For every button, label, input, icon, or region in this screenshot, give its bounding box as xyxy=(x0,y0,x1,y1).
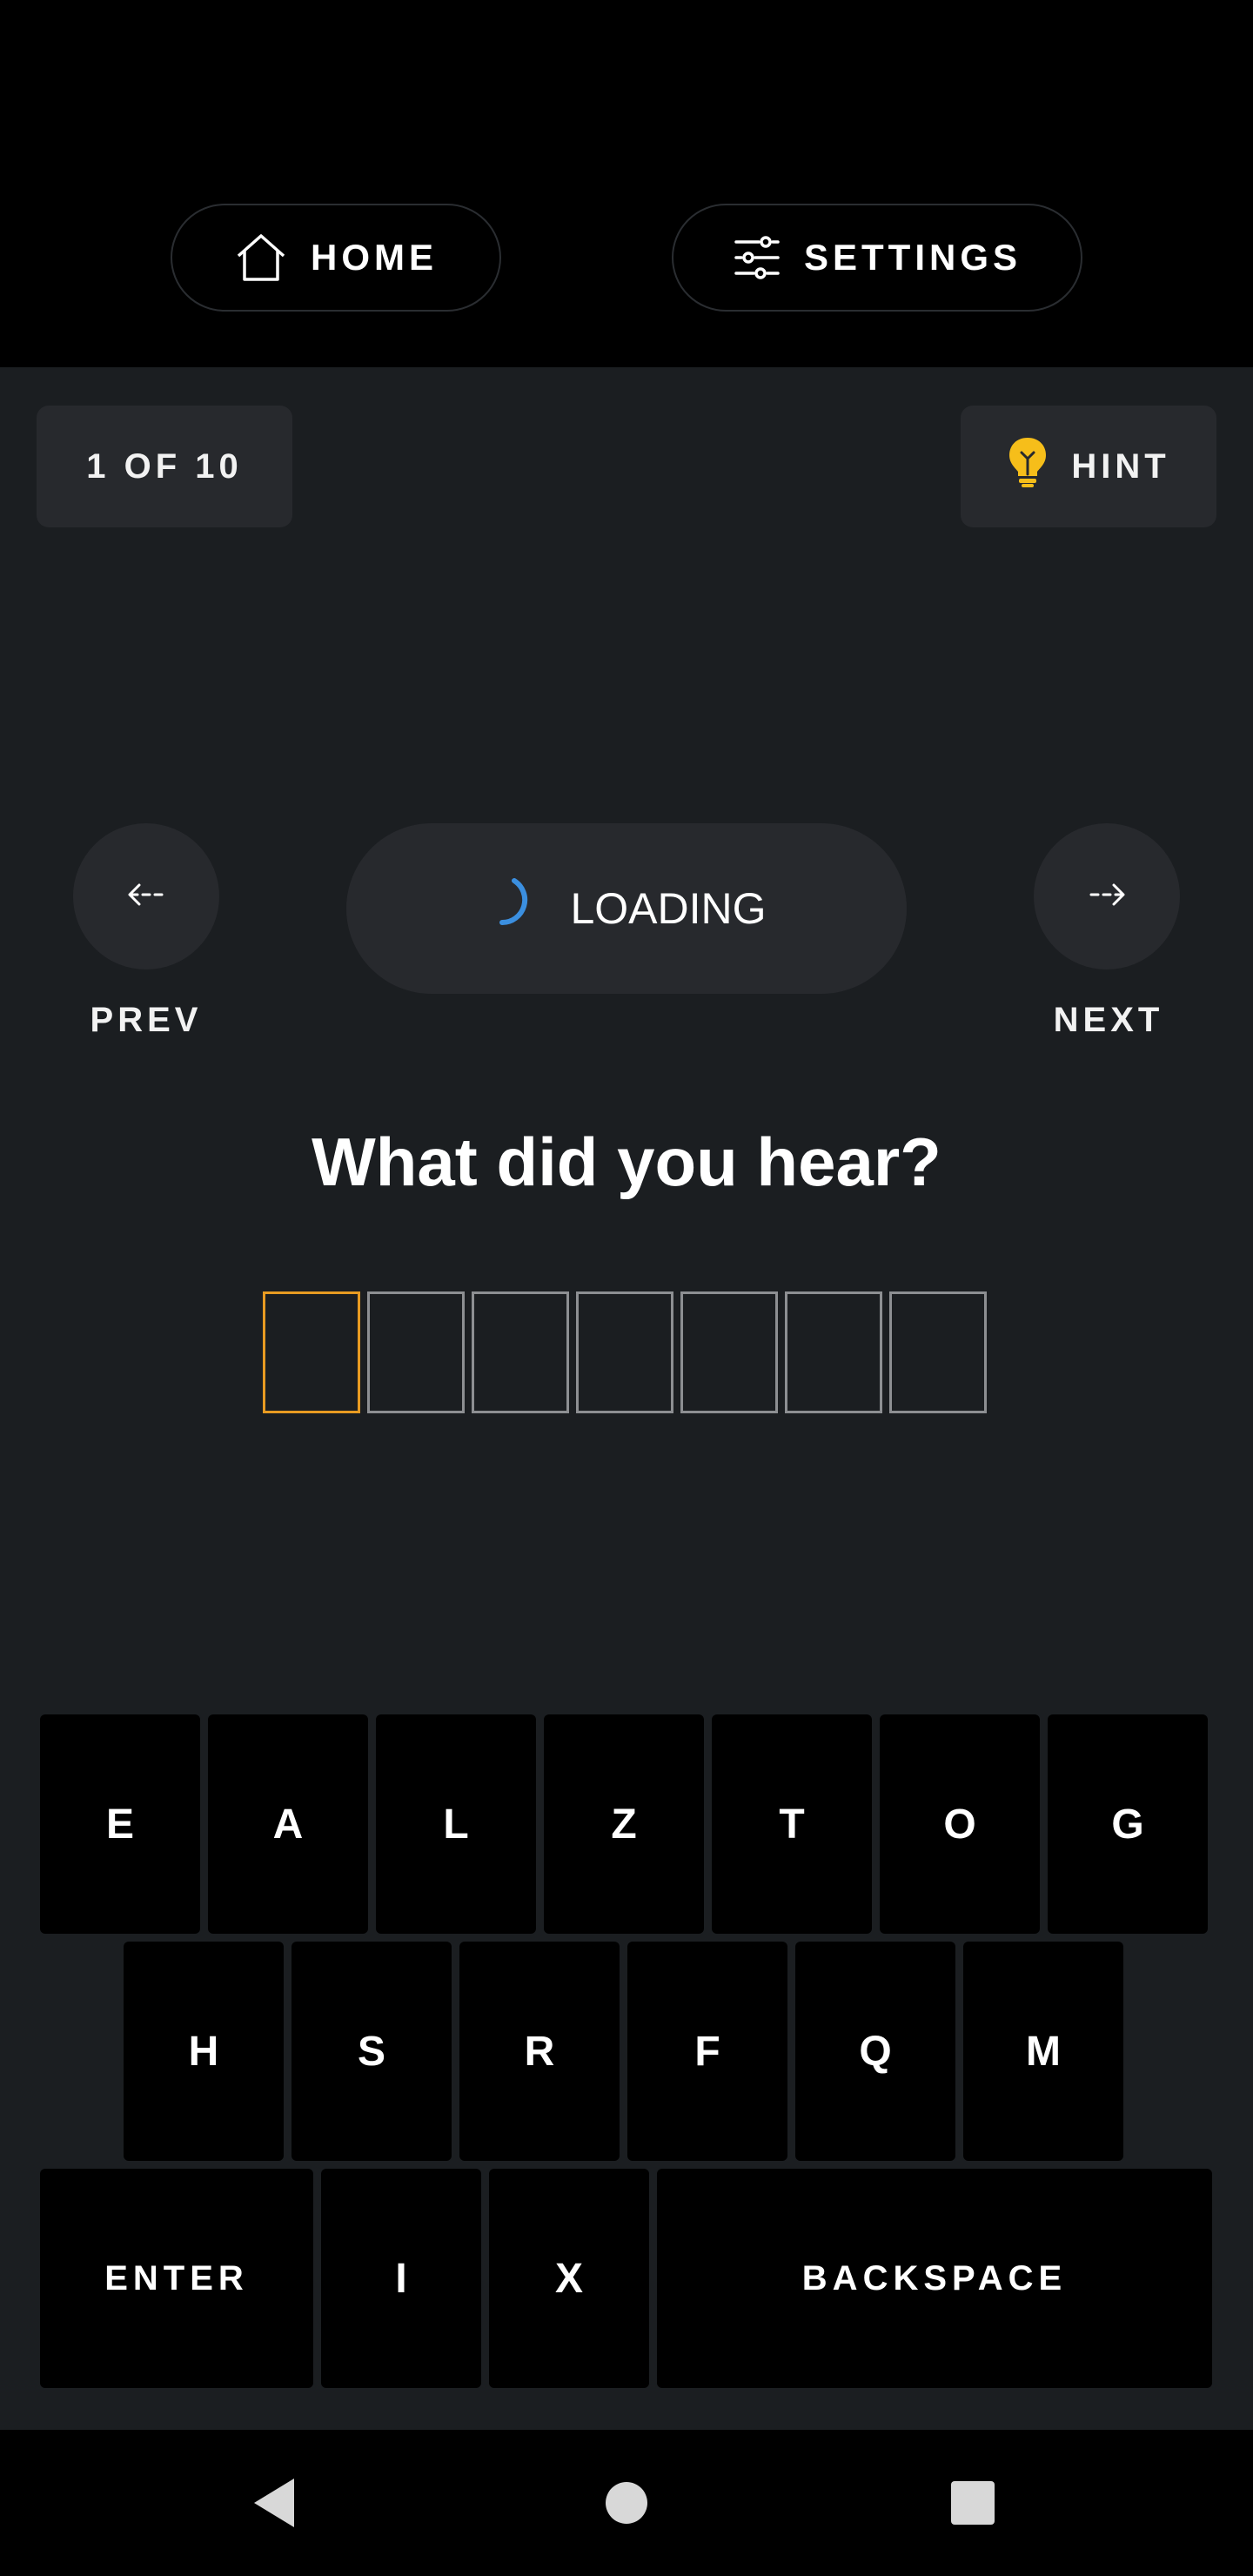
answer-slot-7[interactable] xyxy=(889,1291,987,1413)
key-o[interactable]: O xyxy=(880,1714,1040,1934)
prev-button[interactable] xyxy=(73,823,219,969)
settings-button-label: SETTINGS xyxy=(803,237,1022,278)
answer-slot-6[interactable] xyxy=(785,1291,882,1413)
home-button[interactable]: HOME xyxy=(171,204,501,312)
answer-slot-4[interactable] xyxy=(576,1291,673,1413)
lightbulb-icon xyxy=(1007,436,1049,497)
key-s[interactable]: S xyxy=(291,1942,452,2161)
key-l[interactable]: L xyxy=(376,1714,536,1934)
prev-label: PREV xyxy=(90,1001,203,1039)
key-i[interactable]: I xyxy=(321,2169,481,2388)
key-m[interactable]: M xyxy=(963,1942,1123,2161)
answer-slots xyxy=(263,1291,987,1413)
home-circle-icon[interactable] xyxy=(604,2480,649,2530)
recents-square-icon[interactable] xyxy=(950,2480,995,2530)
answer-slot-2[interactable] xyxy=(367,1291,465,1413)
hint-label: HINT xyxy=(1071,446,1170,486)
spinner-icon xyxy=(486,875,542,942)
key-h[interactable]: H xyxy=(124,1942,284,2161)
back-triangle-icon[interactable] xyxy=(252,2477,298,2533)
home-button-label: HOME xyxy=(311,237,438,278)
key-x[interactable]: X xyxy=(489,2169,649,2388)
home-icon xyxy=(234,232,288,283)
sliders-icon xyxy=(733,235,781,280)
next-button[interactable] xyxy=(1034,823,1180,969)
key-a[interactable]: A xyxy=(208,1714,368,1934)
key-g[interactable]: G xyxy=(1048,1714,1208,1934)
enter-key[interactable]: ENTER xyxy=(40,2169,313,2388)
arrow-left-icon xyxy=(127,882,165,912)
key-q[interactable]: Q xyxy=(795,1942,955,2161)
backspace-key[interactable]: BACKSPACE xyxy=(657,2169,1212,2388)
key-e[interactable]: E xyxy=(40,1714,200,1934)
answer-slot-1[interactable] xyxy=(263,1291,360,1413)
question-title: What did you hear? xyxy=(312,1124,941,1200)
top-navigation-bar: HOME SETTINGS xyxy=(0,0,1253,367)
loading-audio-button[interactable]: LOADING xyxy=(346,823,907,994)
key-f[interactable]: F xyxy=(627,1942,787,2161)
key-z[interactable]: Z xyxy=(544,1714,704,1934)
question-counter: 1 OF 10 xyxy=(37,406,292,527)
answer-slot-5[interactable] xyxy=(680,1291,778,1413)
system-navigation-bar xyxy=(0,2430,1253,2576)
key-r[interactable]: R xyxy=(459,1942,620,2161)
next-label: NEXT xyxy=(1053,1001,1164,1039)
settings-button[interactable]: SETTINGS xyxy=(672,204,1082,312)
key-t[interactable]: T xyxy=(712,1714,872,1934)
answer-slot-3[interactable] xyxy=(472,1291,569,1413)
loading-label: LOADING xyxy=(570,884,767,933)
hint-button[interactable]: HINT xyxy=(961,406,1216,527)
arrow-right-icon xyxy=(1088,882,1126,912)
